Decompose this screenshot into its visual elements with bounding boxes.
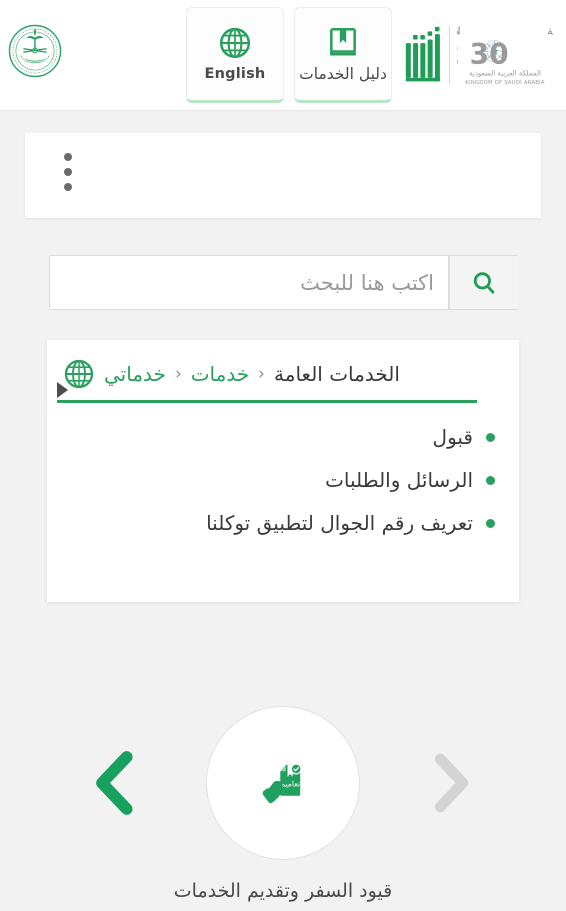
breadcrumb-item-general-services: الخدمات العامة	[274, 362, 400, 386]
language-toggle-english-button[interactable]: English	[186, 7, 284, 103]
brand-logos: رؤيــــة VISION 2 30 المملكة العربية الس…	[404, 14, 556, 96]
kebab-menu-icon[interactable]	[64, 153, 72, 191]
list-item[interactable]: الرسائل والطلبات	[47, 468, 495, 492]
search-input[interactable]	[49, 255, 449, 310]
services-guide-button[interactable]: دليل الخدمات	[294, 7, 392, 103]
circulars-document-hand-icon: تعاميم	[262, 762, 302, 803]
list-item[interactable]: تعريف رقم الجوال لتطبيق توكلنا	[47, 511, 495, 535]
service-links-list: قبول الرسائل والطلبات تعريف رقم الجوال ل…	[47, 403, 519, 535]
vision-2030-icon: رؤيــــة VISION 2 30 المملكة العربية الس…	[457, 24, 553, 86]
moi-emblem-icon	[8, 24, 62, 78]
header-action-buttons: English دليل الخدمات	[186, 7, 396, 103]
bullet-icon	[486, 432, 495, 442]
service-link-label: قبول	[432, 425, 473, 449]
carousel-prev-button[interactable]	[80, 738, 150, 828]
svg-text:المملكة العربية السعودية: المملكة العربية السعودية	[469, 69, 541, 78]
service-carousel: تعاميم	[0, 690, 566, 875]
svg-text:30: 30	[470, 38, 509, 71]
services-guide-book-icon	[326, 25, 360, 59]
top-panel-card	[25, 133, 541, 218]
absher-logo[interactable]	[404, 21, 444, 89]
site-header: English دليل الخدمات رؤيــــة VISION 2	[0, 0, 566, 110]
breadcrumb-separator: ›	[258, 364, 266, 384]
breadcrumb: خدماتي › خدمات › الخدمات العامة	[47, 340, 519, 403]
header-bottom-divider	[0, 110, 566, 111]
svg-text:KINGDOM OF SAUDI ARABIA: KINGDOM OF SAUDI ARABIA	[465, 80, 545, 86]
breadcrumb-item-my-services[interactable]: خدماتي	[104, 362, 166, 386]
ministry-of-interior-logo[interactable]	[6, 22, 64, 80]
service-link-label: الرسائل والطلبات	[325, 468, 473, 492]
search-icon	[473, 271, 494, 294]
brand-divider	[449, 26, 450, 84]
service-link-label: تعريف رقم الجوال لتطبيق توكلنا	[206, 511, 473, 535]
search-button[interactable]	[449, 255, 517, 310]
carousel-item-caption: قيود السفر وتقديم الخدمات	[173, 880, 393, 902]
svg-text:VISION: VISION	[457, 24, 461, 37]
carousel-item-circulars[interactable]: تعاميم	[206, 705, 360, 860]
bullet-icon	[486, 518, 495, 528]
services-guide-label: دليل الخدمات	[299, 65, 387, 83]
bullet-icon	[486, 475, 495, 485]
kebab-dot	[64, 168, 72, 176]
breadcrumb-separator: ›	[174, 364, 182, 384]
globe-icon	[218, 26, 252, 60]
svg-text:تعاميم: تعاميم	[280, 779, 300, 788]
svg-text:2: 2	[457, 38, 460, 71]
breadcrumb-item-services[interactable]: خدمات	[191, 362, 250, 386]
kebab-dot	[64, 153, 72, 161]
play-triangle-icon[interactable]	[57, 382, 68, 398]
chevron-right-icon	[434, 753, 469, 812]
carousel-next-button[interactable]	[416, 738, 486, 828]
kebab-dot	[64, 183, 72, 191]
svg-text:رؤيــــة: رؤيــــة	[547, 24, 553, 37]
vision-2030-logo: رؤيــــة VISION 2 30 المملكة العربية الس…	[457, 19, 553, 91]
services-card: خدماتي › خدمات › الخدمات العامة قبول الر…	[47, 340, 519, 602]
language-toggle-label: English	[204, 66, 266, 82]
search-bar	[49, 255, 517, 310]
list-item[interactable]: قبول	[47, 425, 495, 449]
chevron-left-icon	[96, 750, 133, 815]
absher-logo-icon	[405, 26, 440, 82]
